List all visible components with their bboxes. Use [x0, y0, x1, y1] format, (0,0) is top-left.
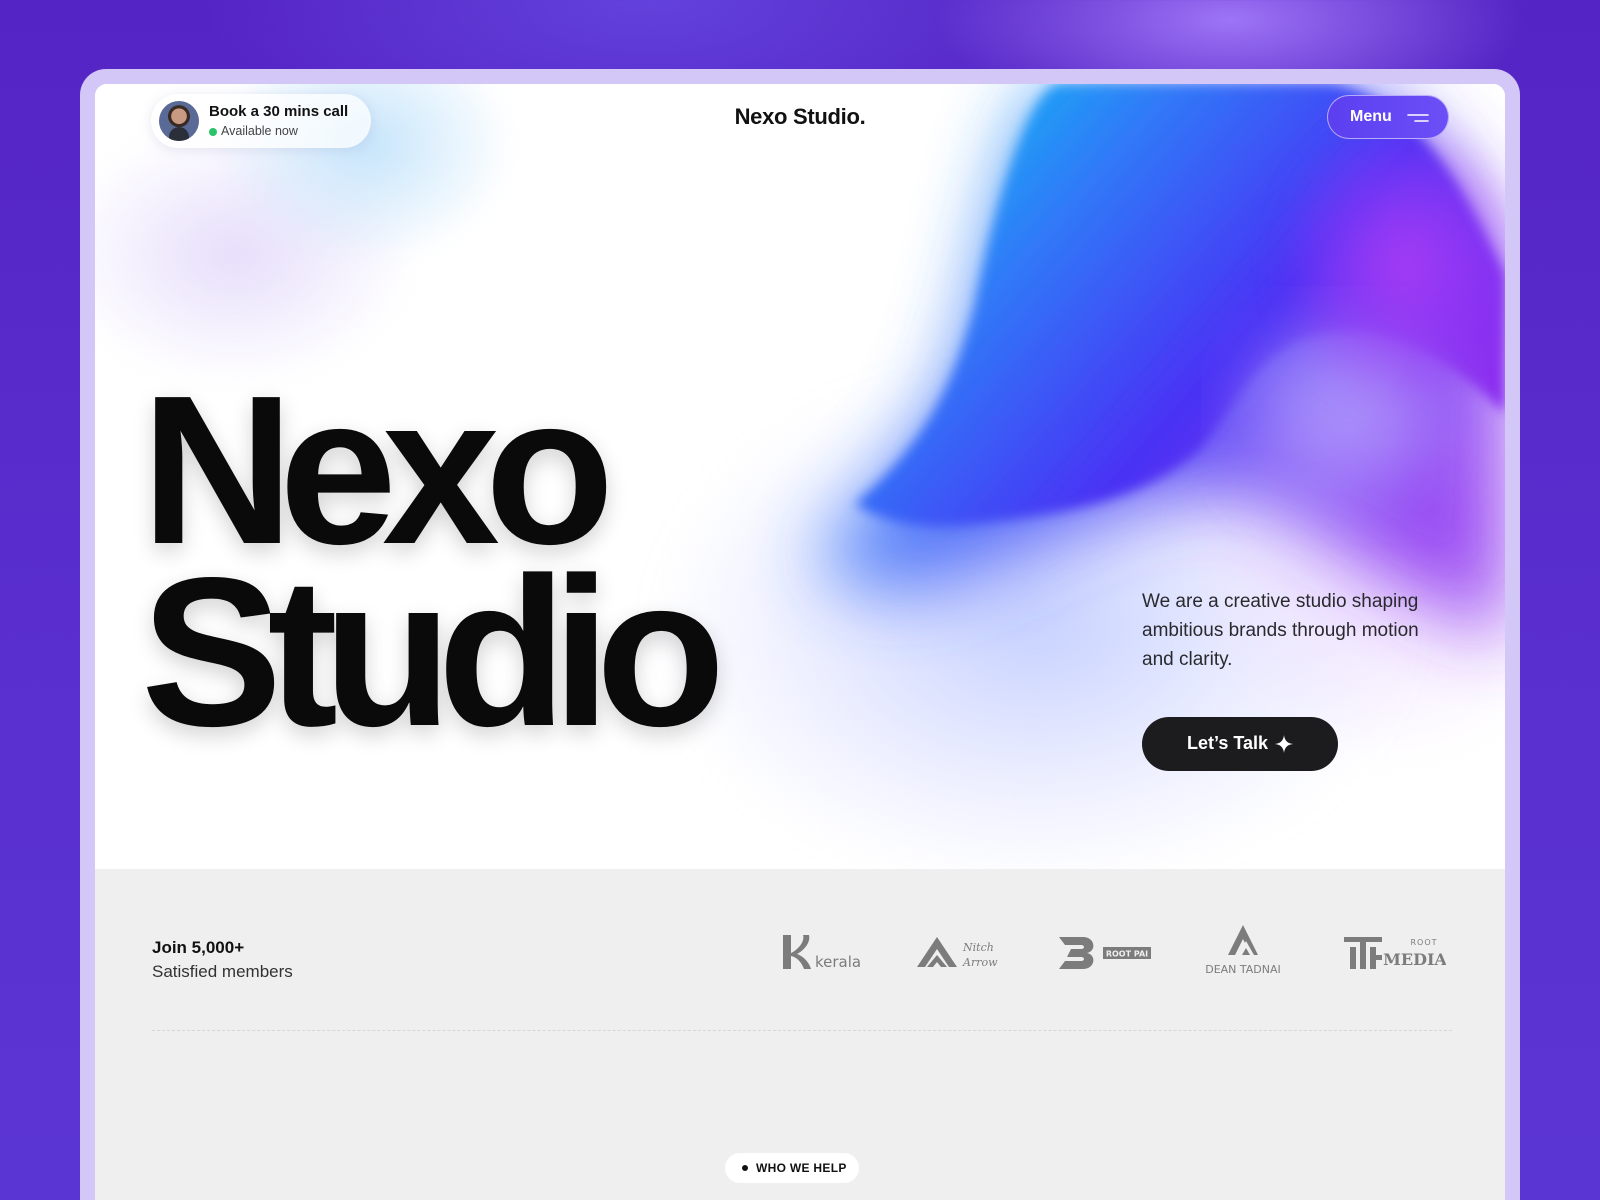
- svg-text:Arrow: Arrow: [962, 956, 998, 969]
- svg-text:MEDIA: MEDIA: [1383, 950, 1446, 969]
- kerala-wordmark: kerala: [815, 953, 861, 971]
- sparkle-icon: [1275, 735, 1293, 753]
- who-we-help-label: WHO WE HELP: [756, 1161, 847, 1175]
- root-pai-wordmark: ROOT PAI: [1106, 950, 1148, 959]
- members-caption: Satisfied members: [152, 962, 293, 981]
- dean-tadnai-wordmark: DEAN TADNAI: [1205, 963, 1281, 976]
- client-logo-root-pai: ROOT PAI: [1059, 937, 1151, 969]
- who-we-help-badge: WHO WE HELP: [725, 1153, 859, 1183]
- bullet-dot-icon: [742, 1165, 748, 1171]
- hero-tagline: We are a creative studio shaping ambitio…: [1142, 591, 1419, 670]
- client-logo-root-media: ROOT MEDIA: [1344, 937, 1446, 969]
- headline-line-2: Studio: [141, 533, 725, 770]
- site-logo[interactable]: Nexo Studio.: [95, 104, 1505, 130]
- hero-section: Book a 30 mins call Available now Nexo S…: [95, 84, 1505, 869]
- menu-button[interactable]: Menu: [1327, 95, 1449, 139]
- client-logo-dean-tadnai: DEAN TADNAI: [1205, 925, 1281, 976]
- section-divider: [152, 1030, 1452, 1031]
- client-logo-kerala: kerala: [783, 935, 861, 971]
- hero-headline: Nexo Studio: [141, 364, 725, 770]
- social-proof-section: Join 5,000+ Satisfied members kerala Nit…: [95, 869, 1505, 1200]
- svg-text:Nitch: Nitch: [962, 941, 994, 954]
- menu-label: Menu: [1350, 108, 1392, 125]
- menu-lines-icon: [1407, 114, 1429, 122]
- top-navigation: Book a 30 mins call Available now Nexo S…: [95, 84, 1505, 164]
- lets-talk-label: Let’s Talk: [1187, 733, 1269, 753]
- svg-text:ROOT: ROOT: [1410, 938, 1437, 947]
- client-logo-nitch-arrow: Nitch Arrow: [917, 937, 998, 969]
- members-count: Join 5,000+: [152, 938, 245, 957]
- lets-talk-button[interactable]: Let’s Talk: [1142, 717, 1338, 771]
- landing-page: Book a 30 mins call Available now Nexo S…: [95, 84, 1505, 1200]
